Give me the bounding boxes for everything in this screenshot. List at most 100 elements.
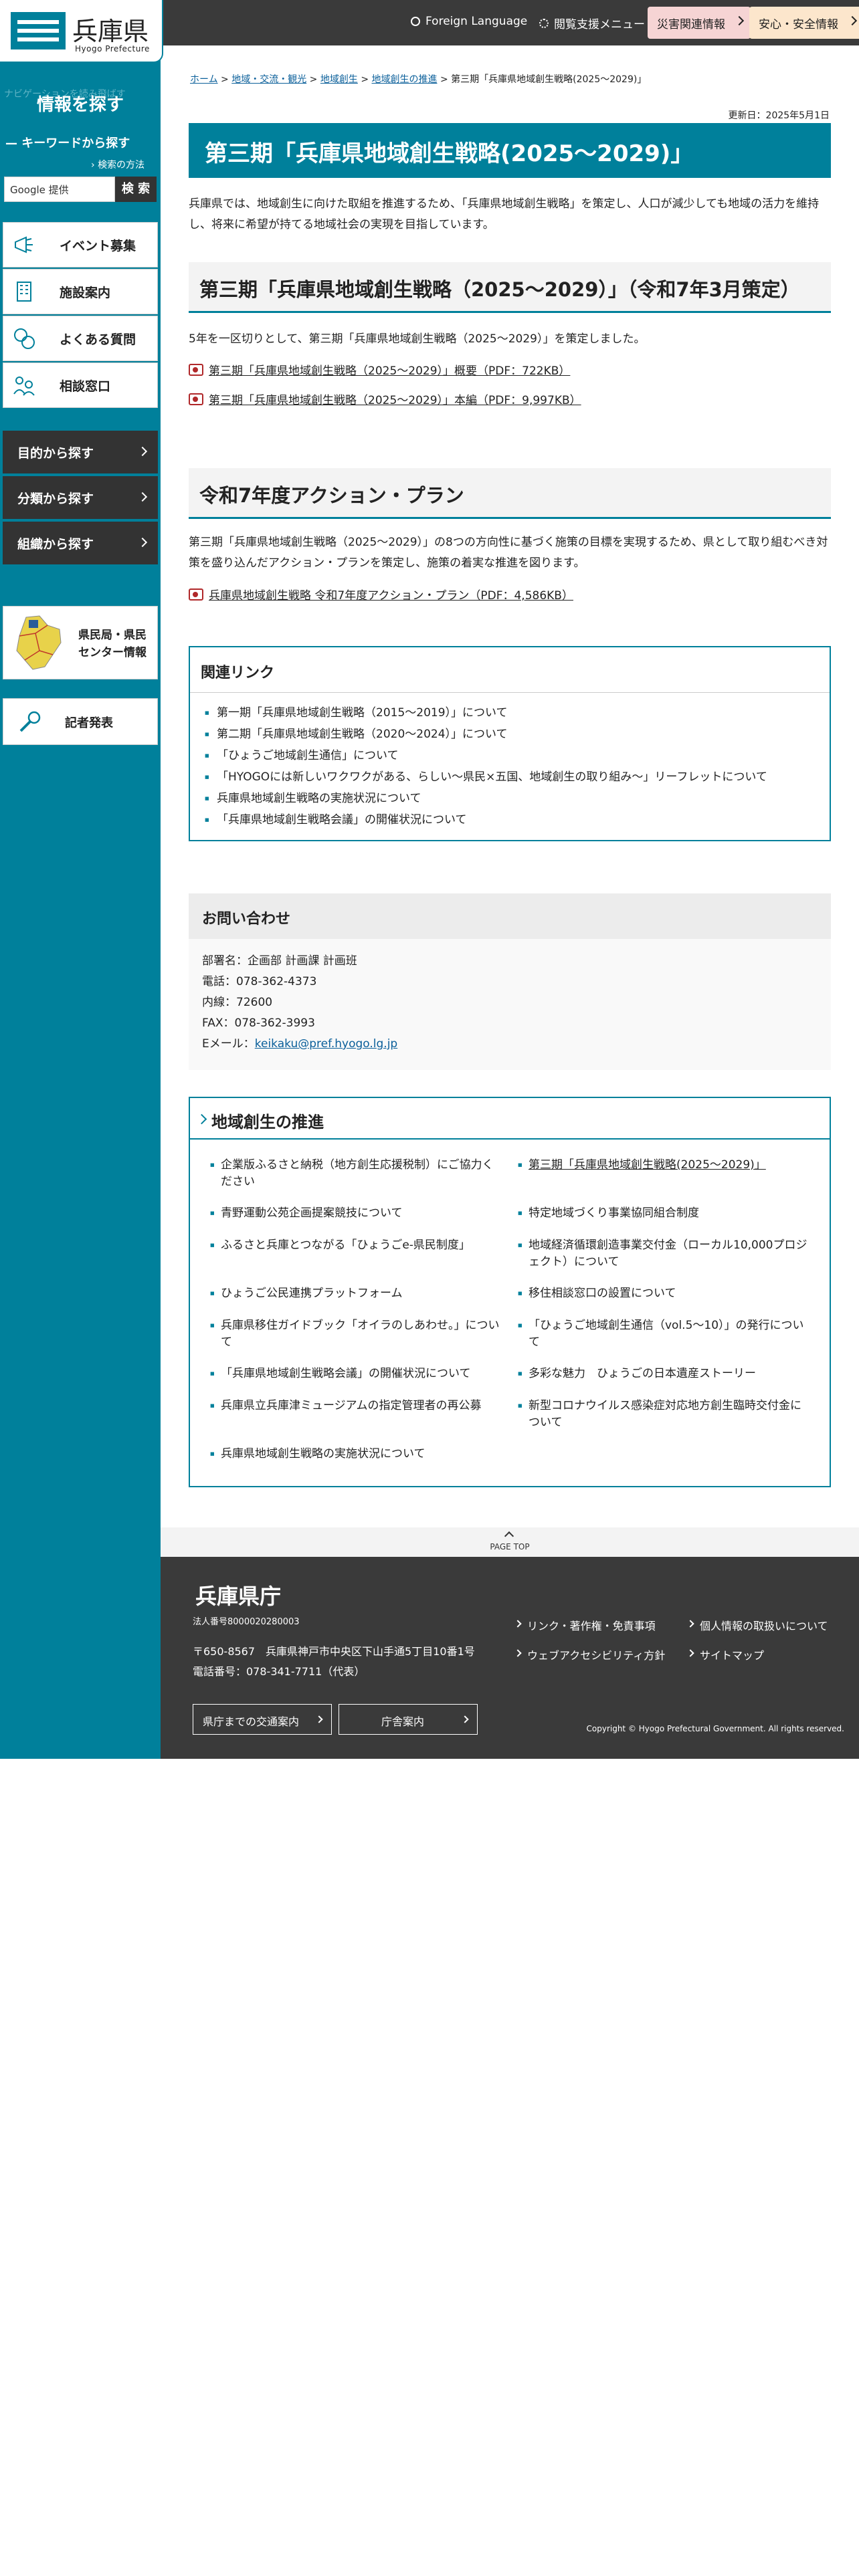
sidebar-item-facilities[interactable]: 施設案内: [3, 269, 158, 314]
top-header: Foreign Language 閲覧支援メニュー 災害関連情報 安心・安全情報: [161, 0, 859, 45]
question-answer-icon: [14, 328, 35, 349]
promotion-link[interactable]: 企業版ふるさと納税（地方創生応援税制）にご協力ください: [209, 1157, 503, 1190]
contact-email-link[interactable]: keikaku@pref.hyogo.lg.jp: [255, 1037, 397, 1051]
microphone-icon: [19, 711, 41, 732]
breadcrumb-promotion[interactable]: 地域創生の推進: [372, 74, 438, 85]
chevron-right-icon: [137, 537, 148, 548]
contact-dept: 部署名：企画部 計画課 計画班: [202, 954, 357, 968]
promotion-link[interactable]: ふるさと兵庫とつながる「ひょうごe-県民制度」: [209, 1237, 503, 1254]
page-top-button[interactable]: PAGE TOP: [161, 1527, 859, 1557]
section-heading-action-plan: 令和7年度アクション・プラン: [189, 468, 831, 519]
section-heading-strategy: 第三期「兵庫県地域創生戦略（2025〜2029）」（令和7年3月策定）: [189, 262, 831, 313]
pdf-icon: [189, 393, 203, 405]
promotion-link[interactable]: 「ひょうご地域創生通信（vol.5〜10）」の発行について: [516, 1317, 811, 1351]
promotion-link[interactable]: 特定地域づくり事業協同組合制度: [516, 1205, 811, 1222]
search-input[interactable]: Google 提供: [4, 177, 115, 202]
safety-info-button[interactable]: 安心・安全情報: [749, 7, 859, 39]
sidebar-heading: 情報を探す: [36, 95, 124, 115]
footer-link-sitemap[interactable]: サイトマップ: [688, 1646, 764, 1662]
people-consult-icon: [13, 377, 35, 396]
sidebar-purpose-search[interactable]: 目的から探す: [3, 431, 158, 473]
footer-address: 〒650-8567 兵庫県神戸市中央区下山手通5丁目10番1号: [193, 1645, 475, 1658]
corporate-number: 法人番号8000020280003: [193, 1617, 300, 1627]
access-guide-button[interactable]: 県庁までの交通案内: [193, 1704, 332, 1735]
promotion-link[interactable]: 移住相談窓口の設置について: [516, 1285, 811, 1302]
footer-link-privacy[interactable]: 個人情報の取扱いについて: [688, 1617, 828, 1633]
breadcrumb: ホーム > 地域・交流・観光 > 地域創生 > 地域創生の推進 > 第三期「兵庫…: [190, 74, 647, 85]
related-link[interactable]: 「ひょうご地域創生通信」について: [202, 745, 830, 766]
promotion-link[interactable]: 兵庫県地域創生戦略の実施状況について: [209, 1446, 503, 1463]
site-logo[interactable]: 兵庫県 Hyogo Prefecture: [0, 0, 163, 63]
related-links-heading: 関連リンク: [190, 647, 830, 693]
page-title: 第三期「兵庫県地域創生戦略(2025〜2029)」: [189, 123, 831, 178]
related-link[interactable]: 第二期「兵庫県地域創生戦略（2020〜2024）」について: [202, 724, 830, 745]
chevron-right-icon: [734, 15, 745, 26]
action-plan-text: 第三期「兵庫県地域創生戦略（2025〜2029）」の8つの方向性に基づく施策の目…: [189, 536, 828, 570]
pdf-icon: [189, 588, 203, 601]
search-button[interactable]: 検 索: [115, 177, 157, 202]
pdf-link-summary[interactable]: 第三期「兵庫県地域創生戦略（2025〜2029）」概要（PDF：722KB）: [189, 361, 570, 378]
promotion-link[interactable]: 地域経済循環創造事業交付金（ローカル10,000プロジェクト）について: [516, 1237, 811, 1271]
strategy-text: 5年を一区切りとして、第三期「兵庫県地域創生戦略（2025〜2029）」を策定し…: [189, 332, 646, 346]
breadcrumb-home[interactable]: ホーム: [190, 74, 218, 85]
promotion-link[interactable]: 兵庫県立兵庫津ミュージアムの指定管理者の再公募: [209, 1398, 503, 1414]
hyogo-map-icon: [16, 615, 62, 670]
breadcrumb-region[interactable]: 地域・交流・観光: [231, 74, 306, 85]
promotion-link[interactable]: ひょうご公民連携プラットフォーム: [209, 1285, 503, 1302]
related-link[interactable]: 第一期「兵庫県地域創生戦略（2015〜2019）」について: [202, 702, 830, 724]
chevron-right-icon: [315, 1715, 323, 1723]
related-links: 関連リンク 第一期「兵庫県地域創生戦略（2015〜2019）」について 第二期「…: [189, 646, 831, 841]
disaster-info-button[interactable]: 災害関連情報: [648, 7, 751, 39]
keyword-search-label: — キーワードから探す: [5, 136, 130, 150]
pdf-icon: [189, 363, 203, 376]
contact-ext: 内線：72600: [202, 996, 273, 1009]
promotion-heading[interactable]: 地域創生の推進: [190, 1098, 830, 1140]
updated-date: 更新日：2025年5月1日: [728, 110, 830, 121]
promotion-link[interactable]: 多彩な魅力 ひょうごの日本遺産ストーリー: [516, 1366, 811, 1382]
related-link[interactable]: 「兵庫県地域創生戦略会議」の開催状況について: [202, 809, 830, 831]
breadcrumb-regional-creation[interactable]: 地域創生: [320, 74, 358, 85]
regional-promotion-box: 地域創生の推進 企業版ふるさと納税（地方創生応援税制）にご協力ください 青野運動…: [189, 1097, 831, 1487]
footer: 兵庫県庁 法人番号8000020280003 〒650-8567 兵庫県神戸市中…: [161, 1557, 859, 1759]
related-link[interactable]: 「HYOGOには新しいワクワクがある、らしい〜県民×五国、地域創生の取り組み〜」…: [202, 766, 830, 788]
gear-icon: [539, 18, 549, 28]
intro-text: 兵庫県では、地域創生に向けた取組を推進するため、「兵庫県地域創生戦略」を策定し、…: [189, 197, 820, 231]
chevron-right-icon: [137, 492, 148, 502]
chevron-right-icon: [137, 446, 148, 457]
promotion-link[interactable]: 「兵庫県地域創生戦略会議」の開催状況について: [209, 1366, 503, 1382]
related-link[interactable]: 兵庫県地域創生戦略の実施状況について: [202, 788, 830, 809]
building-icon: [17, 282, 31, 302]
promotion-link[interactable]: 兵庫県移住ガイドブック「オイラのしあわせ。」について: [209, 1317, 503, 1351]
contact-box: お問い合わせ 部署名：企画部 計画課 計画班 電話：078-362-4373 内…: [189, 893, 831, 1070]
pdf-link-action-plan[interactable]: 兵庫県地域創生戦略 令和7年度アクション・プラン（PDF：4,586KB）: [189, 586, 573, 603]
sidebar: 兵庫県 Hyogo Prefecture ナビゲーションを読み飛ばす 情報を探す…: [0, 0, 163, 1759]
contact-email-row: Eメール：keikaku@pref.hyogo.lg.jp: [202, 1037, 398, 1051]
footer-link-accessibility[interactable]: ウェブアクセシビリティ方針: [515, 1646, 665, 1662]
chevron-right-icon: [461, 1715, 469, 1723]
globe-icon: [411, 17, 420, 26]
footer-tel: 電話番号：078-341-7711（代表）: [193, 1665, 365, 1678]
sidebar-item-events[interactable]: イベント募集: [3, 222, 158, 267]
breadcrumb-current: 第三期「兵庫県地域創生戦略(2025〜2029)」: [451, 74, 647, 85]
sidebar-organization-search[interactable]: 組織から探す: [3, 522, 158, 564]
sidebar-press-release[interactable]: 記者発表: [3, 698, 158, 745]
building-guide-button[interactable]: 庁舎案内: [339, 1704, 478, 1735]
sidebar-center-info[interactable]: 県民局・県民 センター情報: [3, 606, 158, 679]
contact-heading: お問い合わせ: [189, 893, 831, 939]
foreign-language-link[interactable]: Foreign Language: [411, 15, 527, 28]
promotion-link-current[interactable]: 第三期「兵庫県地域創生戦略(2025〜2029)」: [516, 1157, 811, 1174]
copyright: Copyright © Hyogo Prefectural Government…: [586, 1724, 845, 1733]
contact-tel: 電話：078-362-4373: [202, 975, 317, 988]
promotion-link[interactable]: 青野運動公苑企画提案競技について: [209, 1205, 503, 1222]
sidebar-item-faq[interactable]: よくある質問: [3, 316, 158, 361]
promotion-link[interactable]: 新型コロナウイルス感染症対応地方創生臨時交付金について: [516, 1398, 811, 1431]
sidebar-category-search[interactable]: 分類から探す: [3, 476, 158, 519]
pdf-link-main[interactable]: 第三期「兵庫県地域創生戦略（2025〜2029）」本編（PDF：9,997KB）: [189, 391, 581, 407]
megaphone-icon: [15, 236, 33, 253]
search-help-link[interactable]: › 検索の方法: [91, 158, 145, 171]
footer-link-copyright[interactable]: リンク・著作権・免責事項: [515, 1617, 656, 1633]
footer-title: 兵庫県庁: [195, 1584, 282, 1609]
prefecture-emblem-icon: [11, 12, 66, 49]
sidebar-item-consultation[interactable]: 相談窓口: [3, 362, 158, 408]
accessibility-menu-link[interactable]: 閲覧支援メニュー: [539, 15, 645, 31]
